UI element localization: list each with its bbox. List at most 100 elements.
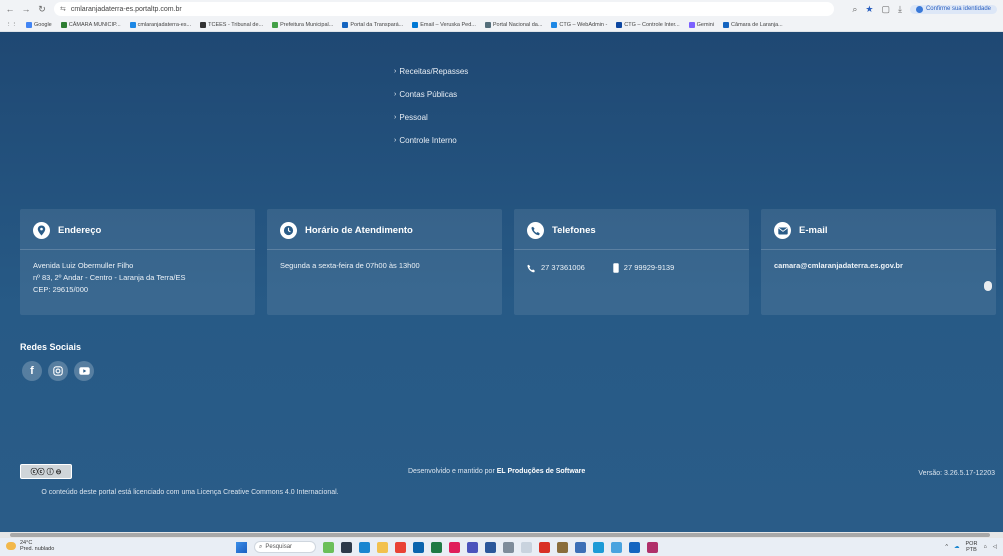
developer-company[interactable]: EL Produções de Software [497,468,586,475]
taskbar-apps: ⌕ Pesquisar [236,541,658,553]
app-icon[interactable] [503,541,514,553]
extensions-icon[interactable]: ▢ [881,4,890,15]
zoom-icon[interactable]: ⌕ [852,4,857,15]
teams-icon[interactable] [467,541,478,553]
weather-condition: Pred. nublado [20,546,55,552]
bookmark-item[interactable]: CTG – WebAdmin - [551,22,607,28]
youtube-icon[interactable] [74,361,94,381]
slack-icon[interactable] [449,541,460,553]
volume-icon[interactable]: ◁ [993,544,997,550]
profile-icon [915,5,923,13]
tray-chevron-icon[interactable]: ^ [945,544,948,550]
envelope-icon [774,222,791,239]
file-explorer-icon[interactable] [377,541,388,553]
url-text: cmlaranjadaterra-es.portaltp.com.br [70,5,182,13]
outlook-icon[interactable] [413,541,424,553]
bookmark-item[interactable]: CÂMARA MUNICIP... [60,22,121,28]
reload-icon[interactable]: ↻ [36,3,48,15]
creative-commons-badge[interactable]: ⓒⓒ ⓘ ⊖ [20,464,72,479]
developer-credit: Desenvolvido e mantido por EL Produções … [408,468,585,475]
word-icon[interactable] [485,541,496,553]
app-icon[interactable] [611,541,622,553]
card-header: Endereço [20,209,255,250]
bookmark-star-icon[interactable]: ★ [865,4,873,15]
identity-label: Confirme sua identidade [925,6,991,12]
windows-start-icon[interactable] [236,541,247,553]
browser-chrome: ← → ↻ ⇆ cmlaranjadaterra-es.portaltp.com… [0,0,1003,32]
map-pin-icon [33,222,50,239]
mobile-number[interactable]: 27 99929-9139 [613,262,674,274]
weather-widget[interactable]: 24°C Pred. nublado [6,540,54,552]
excel-icon[interactable] [431,541,442,553]
instagram-icon[interactable] [48,361,68,381]
phone-icon [527,264,535,272]
bookmark-favicon [26,22,32,28]
weather-text: 24°C Pred. nublado [20,540,54,552]
hours-card: Horário de Atendimento Segunda a sexta-f… [267,209,502,315]
chevron-right-icon: › [394,68,397,75]
bookmark-item[interactable]: Email – Veruska Ped... [412,22,476,28]
site-info-icon[interactable]: ⇆ [60,5,66,13]
chrome-icon[interactable] [395,541,406,553]
developer-prefix: Desenvolvido e mantido por [408,468,495,475]
gmail-icon[interactable] [539,541,550,553]
widgets-icon[interactable] [323,541,334,553]
app-icon[interactable] [557,541,568,553]
language-indicator[interactable]: POR PTB [966,541,978,553]
menu-item-controle[interactable]: › Controle Interno [394,129,468,152]
app-icon[interactable] [593,541,604,553]
facebook-icon[interactable]: f [22,361,42,381]
bookmark-item[interactable]: Câmara de Laranja... [723,22,783,28]
bookmark-item[interactable]: Portal da Transpará... [342,22,403,28]
bookmark-label: Email – Veruska Ped... [420,22,476,28]
bookmark-item[interactable]: Prefeitura Municipal... [272,22,333,28]
bookmark-item[interactable]: CTG – Controle Inter... [616,22,680,28]
bookmark-label: Câmara de Laranja... [731,22,783,28]
bookmark-favicon [723,22,730,28]
url-field[interactable]: ⇆ cmlaranjadaterra-es.portaltp.com.br [54,2,834,16]
app-icon[interactable] [575,541,586,553]
bookmark-item[interactable]: Gemini [688,22,714,28]
forward-icon[interactable]: → [20,3,32,15]
card-title: Telefones [552,225,596,236]
bookmark-item[interactable]: Portal Nacional da... [484,22,542,28]
mobile-phone-icon [613,263,619,273]
back-icon[interactable]: ← [4,3,16,15]
bookmark-favicon [200,22,207,28]
menu-item-label: Controle Interno [399,136,457,145]
chevron-right-icon: › [394,91,397,98]
network-icon[interactable]: ⌂ [983,544,986,550]
cloud-icon[interactable]: ☁ [954,544,960,550]
app-icon[interactable] [647,541,658,553]
taskview-icon[interactable] [341,541,352,553]
app-icon[interactable] [629,541,640,553]
bookmark-label: TCEES - Tribunal de... [208,22,264,28]
download-icon[interactable]: ⤓ [898,4,902,15]
bookmark-item[interactable]: TCEES - Tribunal de... [200,22,263,28]
apps-icon[interactable]: ⋮⋮ [6,22,17,28]
bookmark-item[interactable]: Google [26,22,52,28]
bookmark-label: Google [34,22,52,28]
bookmark-label: CTG – Controle Inter... [624,22,680,28]
bookmark-item[interactable]: cmlaranjadaterra-es... [129,22,191,28]
app-icon[interactable] [521,541,532,553]
menu-item-receitas[interactable]: › Receitas/Repasses [394,60,468,83]
landline-number[interactable]: 27 37361006 [527,262,585,274]
search-placeholder: Pesquisar [265,544,293,550]
floating-accessibility-icon[interactable] [984,281,992,291]
phone-icon [527,222,544,239]
scrollbar-thumb[interactable] [10,533,990,537]
edge-icon[interactable] [359,541,370,553]
address-line: CEP: 29615/000 [33,285,89,294]
email-address[interactable]: camara@cmlaranjadaterra.es.gov.br [761,260,996,272]
menu-item-pessoal[interactable]: › Pessoal [394,106,468,129]
card-title: E-mail [799,225,828,236]
identity-button[interactable]: Confirme sua identidade [909,4,997,14]
browser-toolbar: ⌕ ★ ▢ ⤓ Confirme sua identidade [852,4,1003,15]
cc-icon: ⓒⓒ [30,468,45,476]
social-links: f [22,361,94,381]
bookmark-label: CÂMARA MUNICIP... [68,22,121,28]
menu-item-contas[interactable]: › Contas Públicas [394,83,468,106]
windows-taskbar: 24°C Pred. nublado ⌕ Pesquisar ^ ☁ POR PT… [0,538,1003,556]
taskbar-search[interactable]: ⌕ Pesquisar [254,541,316,553]
